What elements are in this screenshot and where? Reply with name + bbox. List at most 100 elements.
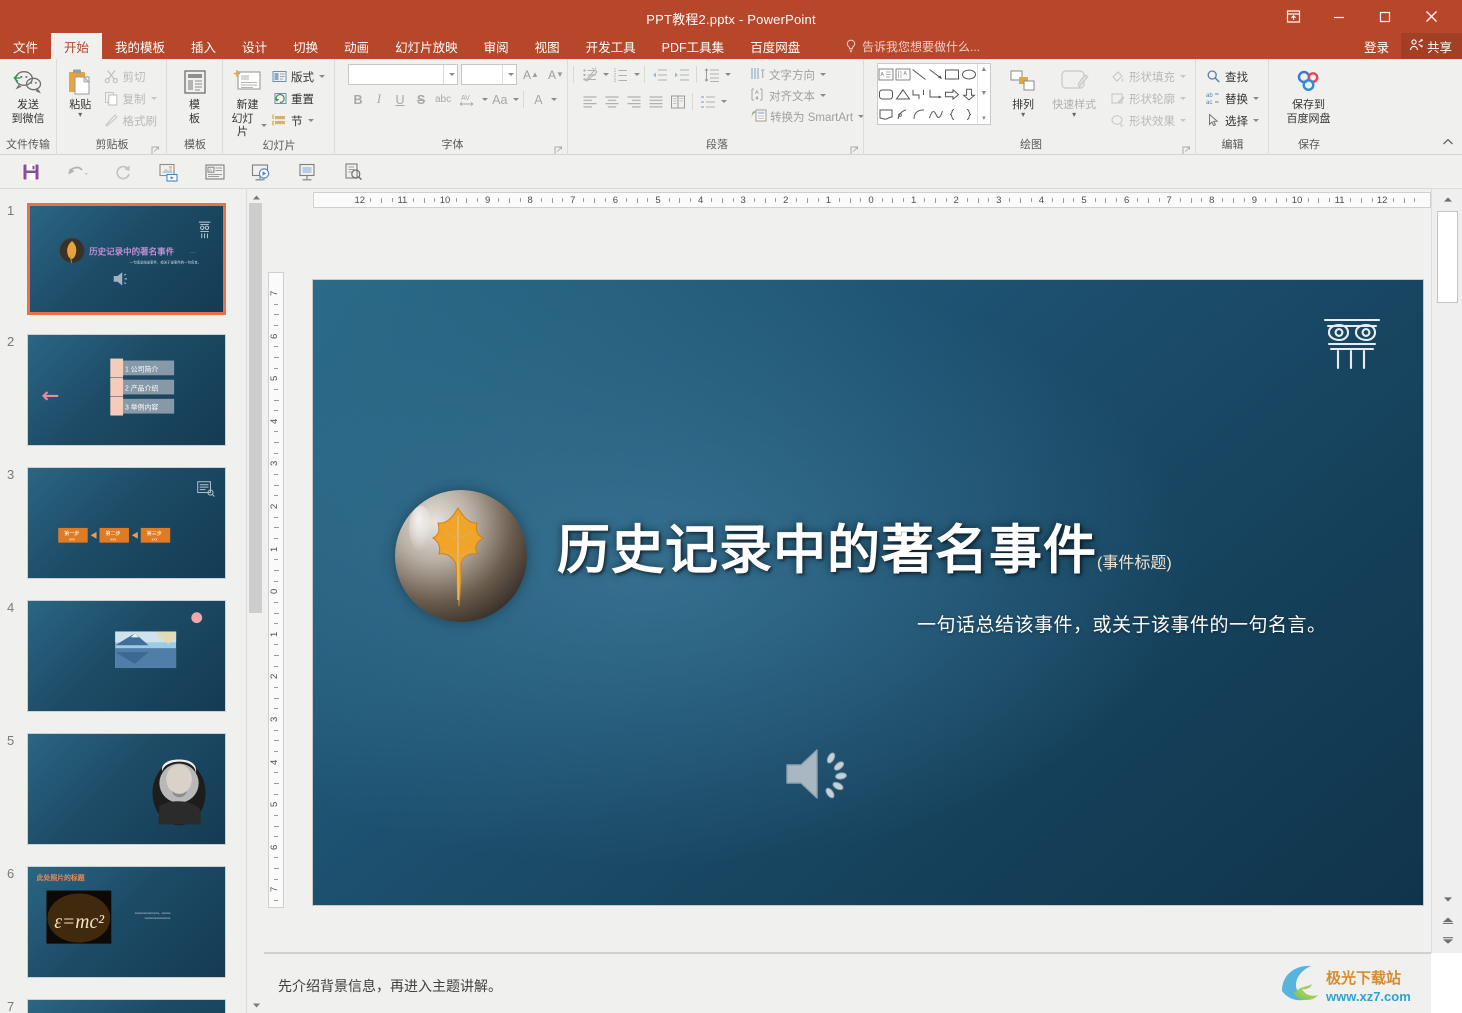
copy-button[interactable]: 复制	[99, 88, 162, 109]
shapes-gallery[interactable]: A A ▲ ▼ ▾	[877, 63, 991, 125]
convert-smartart-button[interactable]: 转换为 SmartArt	[747, 106, 867, 127]
notes-pane[interactable]: 先介绍背景信息，再进入主题讲解。	[264, 953, 1431, 1013]
reset-button[interactable]: 重置	[267, 88, 329, 109]
align-text-dropdown-icon[interactable]	[820, 94, 826, 97]
change-case-dropdown-icon[interactable]	[513, 98, 520, 101]
minimize-button[interactable]	[1316, 0, 1362, 33]
collapse-ribbon-button[interactable]	[1441, 136, 1455, 151]
redo-icon[interactable]	[100, 157, 146, 187]
tab-insert[interactable]: 插入	[178, 33, 229, 59]
align-left-icon[interactable]	[579, 91, 600, 112]
slide-subtitle[interactable]: 一句话总结该事件，或关于该事件的一句名言。	[917, 610, 1327, 637]
shape-curve-icon[interactable]	[927, 104, 943, 124]
copy-dropdown-icon[interactable]	[150, 97, 157, 100]
shape-rectangle-icon[interactable]	[944, 64, 960, 84]
slide-title[interactable]: 历史记录中的著名事件(事件标题)	[557, 508, 1172, 584]
list-level-dropdown-icon[interactable]	[721, 100, 727, 103]
format-painter-button[interactable]: 格式刷	[99, 110, 162, 131]
cut-button[interactable]: 剪切	[99, 66, 162, 87]
ribbon-display-options-button[interactable]	[1270, 0, 1316, 33]
slide-thumbnail-pane[interactable]: 1 历史记录中的著名事件 ····· 一句话总结该事件，或关于该事件的一句名言。	[0, 189, 246, 1013]
shape-elbow-connector-icon[interactable]	[911, 84, 927, 104]
shape-freeform-icon[interactable]	[894, 104, 910, 124]
slide-scroll-thumb[interactable]	[1437, 211, 1458, 303]
character-spacing-dropdown-icon[interactable]	[482, 98, 489, 101]
gallery-more-icon[interactable]: ▾	[982, 114, 986, 122]
undo-icon[interactable]	[54, 157, 100, 187]
character-shadow-button[interactable]: abc	[432, 89, 454, 110]
thumbnail-slide-1[interactable]: 历史记录中的著名事件 ····· 一句话总结该事件，或关于该事件的一句名言。	[27, 203, 226, 315]
thumbnail-slide-4[interactable]	[27, 600, 226, 712]
font-size-dropdown-icon[interactable]	[502, 65, 516, 84]
scroll-down-icon[interactable]	[1437, 889, 1458, 909]
numbering-dropdown-icon[interactable]	[634, 73, 640, 76]
send-to-wechat-button[interactable]: 发送 到微信	[5, 63, 51, 126]
section-dropdown-icon[interactable]	[307, 119, 314, 122]
notes-text[interactable]: 先介绍背景信息，再进入主题讲解。	[278, 976, 502, 996]
thumbnail-scrollbar[interactable]	[246, 189, 264, 1013]
shape-effects-dropdown-icon[interactable]	[1179, 119, 1186, 122]
tab-my-templates[interactable]: 我的模板	[102, 33, 178, 59]
paragraph-dialog-launcher[interactable]	[850, 145, 859, 154]
font-size-combo[interactable]	[461, 64, 517, 85]
underline-button[interactable]: U	[390, 89, 410, 110]
thumbnail-slide-7[interactable]	[27, 999, 226, 1013]
text-direction-button[interactable]: 文字方向	[747, 64, 867, 85]
tab-developer[interactable]: 开发工具	[573, 33, 649, 59]
shape-line-icon[interactable]	[911, 64, 927, 84]
justify-icon[interactable]	[645, 91, 666, 112]
paste-button[interactable]: 粘贴 ▾	[62, 63, 99, 119]
columns-icon[interactable]	[667, 91, 688, 112]
bullets-icon[interactable]	[579, 64, 600, 85]
gallery-up-arrow-icon[interactable]: ▲	[980, 66, 987, 73]
shape-textbox-icon[interactable]: A	[878, 64, 894, 84]
tab-transitions[interactable]: 切换	[280, 33, 331, 59]
tab-design[interactable]: 设计	[229, 33, 280, 59]
quick-styles-button[interactable]: 快速样式 ▾	[1049, 63, 1099, 119]
ionic-column-icon[interactable]	[1321, 314, 1383, 372]
layout-dropdown-icon[interactable]	[319, 75, 325, 78]
decrease-indent-icon[interactable]	[649, 64, 670, 85]
font-color-dropdown-icon[interactable]	[551, 98, 558, 101]
shape-outline-dropdown-icon[interactable]	[1179, 97, 1186, 100]
arrange-dropdown-icon[interactable]: ▾	[1021, 111, 1025, 119]
shape-fill-dropdown-icon[interactable]	[1179, 75, 1186, 78]
list-level-icon[interactable]	[697, 91, 718, 112]
shape-down-arrow-icon[interactable]	[960, 84, 976, 104]
restore-button[interactable]	[1362, 0, 1408, 33]
paste-dropdown-icon[interactable]: ▾	[78, 111, 82, 119]
shape-elbow-arrow-icon[interactable]	[927, 84, 943, 104]
share-button[interactable]: 共享	[1400, 33, 1462, 59]
shape-left-brace-icon[interactable]	[944, 104, 960, 124]
slide-canvas[interactable]: 历史记录中的著名事件(事件标题) 一句话总结该事件，或关于该事件的一句名言。	[313, 280, 1423, 905]
shape-outline-button[interactable]: 形状轮廓	[1105, 88, 1190, 109]
start-from-beginning-icon[interactable]	[146, 157, 192, 187]
font-color-button[interactable]: A	[528, 89, 548, 110]
select-dropdown-icon[interactable]	[1253, 119, 1259, 122]
shape-arrow-icon[interactable]	[927, 64, 943, 84]
shapes-gallery-scroll[interactable]: ▲ ▼ ▾	[976, 64, 990, 124]
numbering-icon[interactable]: 123	[610, 64, 631, 85]
shape-right-arrow-icon[interactable]	[944, 84, 960, 104]
section-button[interactable]: 节	[267, 110, 329, 131]
thumbnail-scroll-down-icon[interactable]	[247, 997, 265, 1013]
shape-arc-icon[interactable]	[911, 104, 927, 124]
layout-button[interactable]: 版式	[267, 66, 329, 87]
close-button[interactable]	[1408, 0, 1454, 33]
tab-baidu-netdisk[interactable]: 百度网盘	[737, 33, 813, 59]
italic-button[interactable]: I	[369, 89, 389, 110]
tab-animations[interactable]: 动画	[331, 33, 382, 59]
thumbnail-slide-2[interactable]: 1 公司简介 2 产品介绍 3 举例内容	[27, 334, 226, 446]
line-spacing-dropdown-icon[interactable]	[725, 73, 731, 76]
shape-triangle-icon[interactable]	[894, 84, 911, 104]
template-button[interactable]: 模 板	[175, 63, 215, 126]
thumbnail-slide-5[interactable]	[27, 733, 226, 845]
shape-fill-button[interactable]: 形状填充	[1105, 66, 1190, 87]
thumbnail-slide-3[interactable]: 第一步 xxx 第二步 xxx 第三步 xxx	[27, 467, 226, 579]
shape-oval-icon[interactable]	[960, 64, 976, 84]
save-icon[interactable]	[8, 157, 54, 187]
line-spacing-icon[interactable]	[701, 64, 722, 85]
change-case-button[interactable]: Aa	[489, 89, 510, 110]
align-center-icon[interactable]	[601, 91, 622, 112]
arrange-button[interactable]: 排列 ▾	[1001, 63, 1045, 119]
